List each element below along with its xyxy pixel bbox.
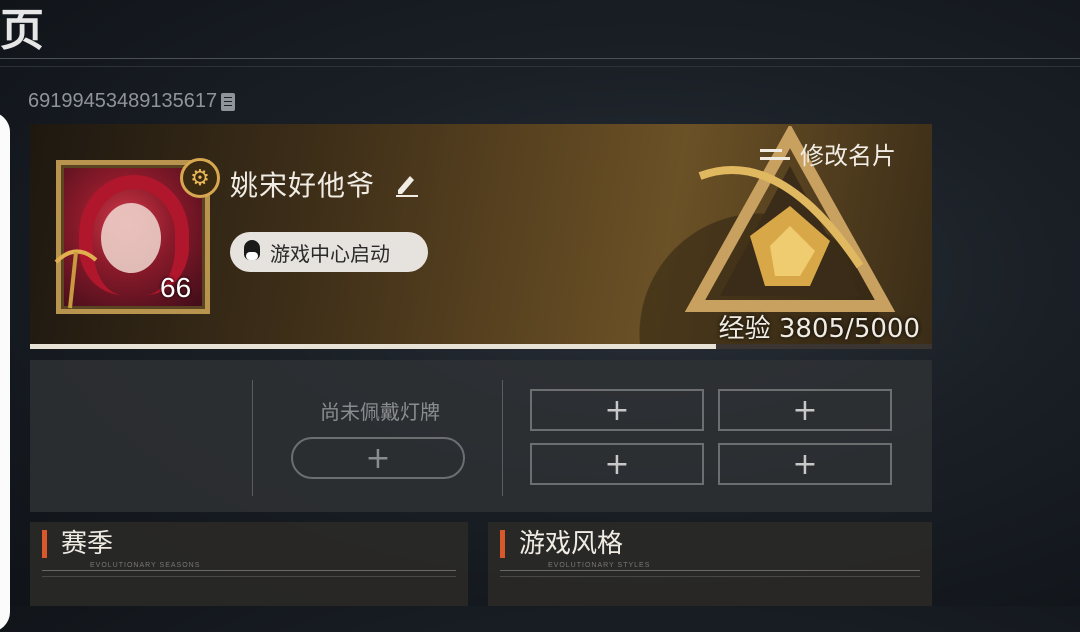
section-divider	[500, 570, 920, 571]
slot-button-1[interactable]: +	[530, 389, 704, 431]
page-title: 页	[0, 5, 46, 56]
header-divider	[0, 58, 1080, 59]
gear-icon: ⚙	[180, 158, 220, 198]
player-id-row[interactable]: 69199453489135617	[28, 90, 236, 113]
pickaxe-icon	[54, 249, 98, 309]
nameplate-empty-label: 尚未佩戴灯牌	[320, 400, 440, 424]
game-center-launch-badge: 游戏中心启动	[230, 232, 428, 272]
exp-progress-fill	[30, 344, 717, 349]
divider	[252, 380, 253, 496]
copy-icon[interactable]	[221, 92, 236, 111]
modify-card-button[interactable]: 修改名片	[760, 136, 896, 171]
game-style-section: 游戏风格 EVOLUTIONARY STYLES	[488, 522, 932, 606]
exp-progress-bar	[30, 344, 932, 349]
side-panel-edge	[0, 112, 10, 632]
exp-text: 经验 3805/5000	[718, 314, 920, 344]
avatar-face	[101, 203, 161, 273]
add-nameplate-button[interactable]: +	[291, 437, 465, 479]
player-card: ⚙ 66 姚宋好他爷 游戏中心启动 修改名片 经验 3805/5000	[30, 124, 932, 348]
slot-button-2[interactable]: +	[718, 389, 892, 431]
section-title-game-style: 游戏风格	[500, 530, 623, 558]
header-divider-secondary	[0, 66, 1080, 67]
season-section: 赛季 EVOLUTIONARY SEASONS	[30, 522, 468, 606]
player-name: 姚宋好他爷	[230, 169, 376, 202]
section-subtitle: EVOLUTIONARY SEASONS	[90, 562, 201, 569]
edit-name-icon[interactable]	[392, 170, 420, 198]
slot-button-4[interactable]: +	[718, 443, 892, 485]
swap-icon	[760, 143, 790, 165]
divider	[502, 380, 503, 496]
section-divider-secondary	[42, 576, 456, 577]
player-id: 69199453489135617	[28, 90, 218, 112]
modify-card-label: 修改名片	[800, 142, 896, 170]
section-subtitle: EVOLUTIONARY STYLES	[548, 562, 651, 569]
slot-button-3[interactable]: +	[530, 443, 704, 485]
nameplate-panel: 尚未佩戴灯牌 + + + + +	[30, 360, 932, 512]
qq-icon	[242, 240, 262, 264]
player-level: 66	[160, 272, 192, 303]
section-divider-secondary	[500, 576, 920, 577]
launch-badge-label: 游戏中心启动	[270, 241, 390, 266]
section-divider	[42, 570, 456, 571]
section-title-season: 赛季	[42, 530, 113, 558]
